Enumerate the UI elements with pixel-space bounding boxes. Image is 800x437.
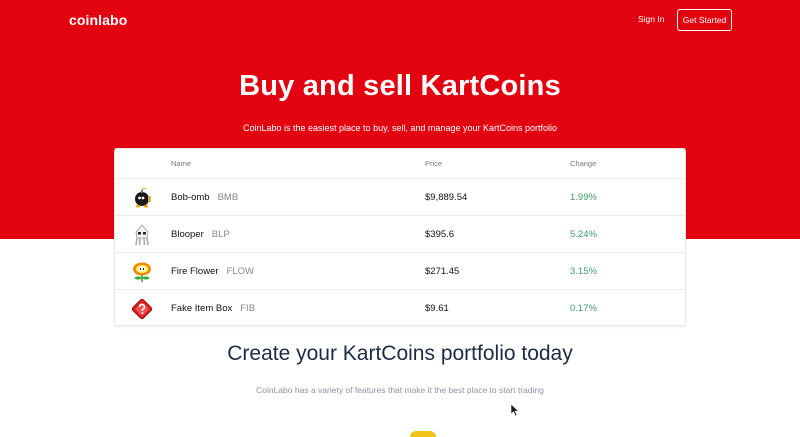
- blooper-icon: [135, 224, 149, 246]
- coin-name: Fake Item Box FIB: [171, 303, 256, 314]
- coin-change: 5.24%: [570, 229, 597, 240]
- hero-title: Buy and sell KartCoins: [239, 70, 561, 102]
- coin-change: 1.99%: [570, 192, 597, 203]
- table-row[interactable]: Bob-omb BMB $9,889.54 1.99%: [115, 179, 685, 216]
- coin-price: $395.6: [425, 229, 455, 240]
- coin-symbol: FIB: [240, 303, 256, 314]
- sign-in-link[interactable]: Sign In: [638, 14, 664, 24]
- coin-price: $9,889.54: [425, 192, 468, 203]
- features-subtitle: CoinLabo has a variety of features that …: [256, 385, 544, 395]
- coin-table: Name Price Change Bob-omb BMB $9,889.54 1…: [114, 148, 686, 326]
- coin-price: $9.61: [425, 303, 449, 314]
- coin-symbol: BLP: [211, 229, 230, 240]
- header-change: Change: [570, 159, 597, 168]
- get-started-button[interactable]: Get Started: [677, 9, 732, 31]
- fake-item-box-icon: [131, 298, 153, 320]
- features-title: Create your KartCoins portfolio today: [227, 342, 573, 365]
- coin-change: 3.15%: [570, 266, 597, 277]
- coin-symbol: BMB: [217, 192, 239, 203]
- table-header: Name Price Change: [115, 149, 685, 179]
- logo[interactable]: coinlabo: [69, 12, 127, 28]
- coin-name: Blooper BLP: [171, 229, 230, 240]
- hero-subtitle: CoinLabo is the easiest place to buy, se…: [242, 123, 557, 133]
- coin-name: Bob-omb BMB: [171, 192, 239, 203]
- table-row[interactable]: Fake Item Box FIB $9.61 0.17%: [115, 290, 685, 327]
- mouse-cursor-icon: [510, 403, 520, 417]
- header-name: Name: [171, 159, 192, 168]
- coin-symbol: FLOW: [226, 266, 254, 277]
- bob-omb-icon: [135, 187, 151, 208]
- coin-name: Fire Flower FLOW: [171, 266, 254, 277]
- fire-flower-icon: [133, 262, 151, 282]
- coin-change: 0.17%: [570, 303, 597, 314]
- coin-price: $271.45: [425, 266, 460, 277]
- illustration-peek: [410, 431, 436, 437]
- table-row[interactable]: Fire Flower FLOW $271.45 3.15%: [115, 253, 685, 290]
- table-row[interactable]: Blooper BLP $395.6 5.24%: [115, 216, 685, 253]
- header-price: Price: [425, 159, 443, 168]
